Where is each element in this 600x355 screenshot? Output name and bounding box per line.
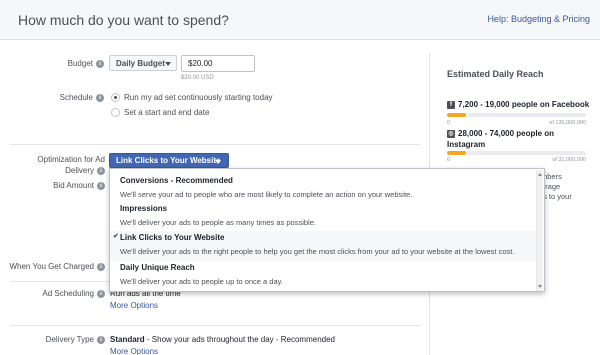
dropdown-option-desc: We'll deliver your ads to the right peop… (120, 247, 515, 256)
bid-amount-label-row: Bid Amount i (10, 181, 105, 190)
info-icon[interactable]: i (97, 181, 105, 190)
dropdown-option-link-clicks[interactable]: ✔ Link Clicks to Your Website We'll deli… (110, 231, 538, 261)
schedule-dates-radio[interactable] (111, 108, 120, 117)
facebook-icon: f (447, 100, 455, 109)
dropdown-option-desc: We'll deliver your ads to people up to o… (120, 277, 283, 286)
optimization-label-line2: Delivery (65, 166, 94, 175)
chevron-down-icon (215, 160, 221, 164)
facebook-reach-row: f 7,200 - 19,000 people on Facebook (447, 100, 589, 109)
info-icon[interactable]: i (96, 59, 104, 68)
instagram-icon: ◎ (447, 129, 455, 138)
help-link[interactable]: Help: Budgeting & Pricing (487, 14, 590, 24)
dropdown-option-impressions[interactable]: Impressions We'll deliver your ads to pe… (110, 202, 538, 231)
budget-amount-input[interactable]: $20.00 (181, 55, 255, 72)
facebook-reach-max: of 130,000,000 (549, 120, 586, 126)
dropdown-option-daily-unique-reach[interactable]: Daily Unique Reach We'll deliver your ad… (110, 261, 538, 290)
dropdown-option-title: Impressions (120, 204, 168, 213)
estimated-reach-title: Estimated Daily Reach (447, 69, 544, 79)
budget-type-value: Daily Budget (116, 59, 165, 68)
delivery-type-value-bold: Standard (110, 335, 145, 344)
instagram-reach-max: of 31,000,000 (552, 157, 586, 163)
divider (10, 144, 420, 145)
dropdown-option-title: Link Clicks to Your Website (120, 233, 225, 242)
info-icon[interactable]: i (97, 262, 105, 271)
check-icon: ✔ (113, 233, 119, 240)
facebook-reach-bar-fill (447, 113, 467, 117)
info-icon[interactable]: i (97, 335, 105, 344)
ad-scheduling-label-row: Ad Scheduling i (10, 289, 105, 298)
schedule-dates-label[interactable]: Set a start and end date (124, 108, 209, 117)
info-icon[interactable]: i (96, 93, 104, 102)
schedule-label: Schedule (59, 93, 93, 102)
schedule-label-row: Schedule i (20, 93, 104, 102)
scroll-up-icon[interactable] (538, 173, 542, 176)
instagram-reach-row: ◎ 28,000 - 74,000 people on Instagram (447, 128, 554, 150)
reach-note-fragment: ts to your (541, 192, 572, 201)
ad-scheduling-more-options-link[interactable]: More Options (110, 301, 158, 310)
section-header: How much do you want to spend? Help: Bud… (0, 0, 600, 40)
budget-amount-currency: $20.00 USD (181, 75, 214, 81)
delivery-type-value: Standard - Show your ads throughout the … (110, 335, 335, 344)
instagram-reach-bar-fill (447, 151, 467, 155)
instagram-reach-text-line1: 28,000 - 74,000 people on (458, 129, 555, 138)
delivery-type-label: Delivery Type (45, 335, 94, 344)
info-icon[interactable]: i (97, 289, 105, 298)
dropdown-option-title: Daily Unique Reach (120, 263, 195, 272)
budget-type-select[interactable]: Daily Budget (109, 55, 177, 71)
optimization-label-row: Optimization for Ad Delivery i (10, 154, 105, 176)
optimization-label-line1: Optimization for Ad (37, 155, 105, 164)
facebook-reach-bar (447, 113, 586, 117)
budget-label: Budget (67, 59, 93, 68)
facebook-reach-text: 7,200 - 19,000 people on Facebook (458, 100, 590, 109)
chevron-down-icon (165, 62, 171, 66)
scroll-down-icon[interactable] (538, 285, 542, 288)
dropdown-option-desc: We'll deliver your ads to people as many… (120, 218, 316, 227)
bid-amount-label: Bid Amount (53, 181, 94, 190)
section-title: How much do you want to spend? (18, 12, 229, 28)
facebook-reach-scale: 0 of 130,000,000 (447, 120, 586, 126)
delivery-type-label-row: Delivery Type i (10, 335, 105, 344)
dropdown-option-desc: We'll serve your ad to people who are mo… (120, 190, 413, 199)
instagram-reach-scale: 0 of 31,000,000 (447, 157, 586, 163)
facebook-reach-min: 0 (447, 120, 451, 126)
delivery-type-more-options-link[interactable]: More Options (110, 347, 158, 355)
optimization-dropdown-menu: Conversions - Recommended We'll serve yo… (109, 168, 545, 292)
dropdown-option-title: Conversions - Recommended (120, 176, 233, 185)
schedule-continuous-radio[interactable] (111, 93, 120, 102)
optimization-select[interactable]: Link Clicks to Your Website (109, 153, 229, 168)
instagram-reach-bar (447, 151, 586, 155)
instagram-reach-min: 0 (447, 157, 451, 163)
optimization-selected-value: Link Clicks to Your Website (116, 156, 221, 165)
dropdown-scrollbar[interactable] (536, 170, 543, 291)
budget-label-row: Budget i (20, 59, 104, 68)
when-charged-label-row: When You Get Charged i (5, 262, 105, 271)
ad-scheduling-label: Ad Scheduling (42, 289, 94, 298)
instagram-reach-text-line2: Instagram (447, 140, 486, 149)
delivery-type-value-rest: - Show your ads throughout the day - Rec… (144, 335, 335, 344)
schedule-continuous-label[interactable]: Run my ad set continuously starting toda… (124, 93, 273, 102)
dropdown-option-conversions[interactable]: Conversions - Recommended We'll serve yo… (110, 174, 538, 202)
when-charged-label: When You Get Charged (9, 262, 94, 271)
info-icon[interactable]: i (97, 166, 105, 175)
divider (10, 325, 420, 326)
